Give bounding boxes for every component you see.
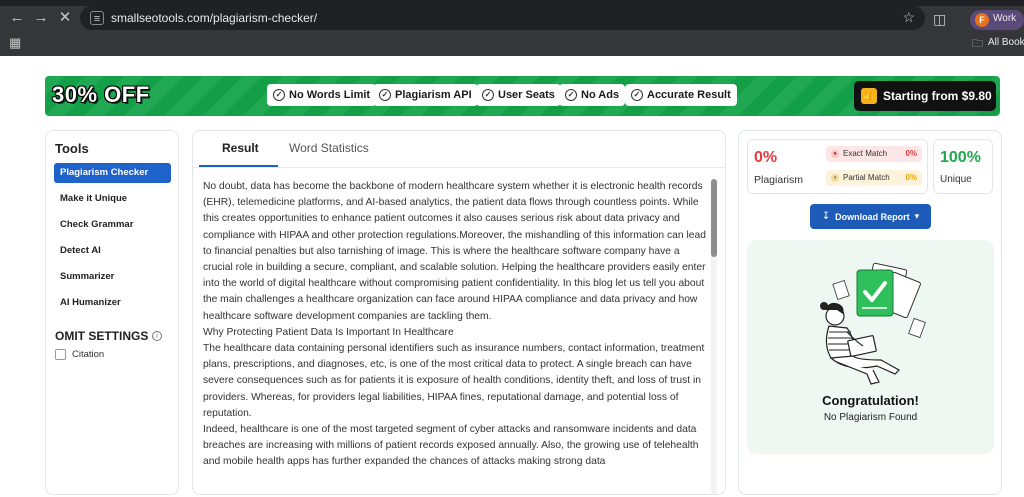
- extensions-icon[interactable]: ◫: [933, 11, 946, 28]
- thumbs-up-icon: 👍: [861, 88, 877, 104]
- feature-no-words-limit: ✓ No Words Limit: [267, 84, 377, 106]
- plagiarism-percent: 0%: [754, 149, 778, 166]
- bookmark-star-icon[interactable]: ☆: [902, 9, 915, 26]
- partial-match-value: 0%: [905, 173, 917, 182]
- profile-button[interactable]: F Work: [970, 10, 1024, 30]
- feature-label: No Ads: [581, 89, 620, 101]
- text-paragraph: The healthcare data containing personal …: [203, 343, 705, 419]
- avatar: F: [975, 13, 989, 27]
- download-report-button[interactable]: ↧ Download Report ▾: [810, 204, 931, 229]
- feature-user-seats: ✓ User Seats: [476, 84, 561, 106]
- exact-match-value: 0%: [905, 149, 917, 158]
- check-circle-icon: ✓: [482, 89, 494, 101]
- text-paragraph: Indeed, healthcare is one of the most ta…: [203, 424, 699, 468]
- exact-match-pill: ● Exact Match 0%: [826, 146, 922, 162]
- stop-loading-icon[interactable]: ✕: [55, 8, 75, 28]
- tool-check-grammar[interactable]: Check Grammar: [54, 215, 171, 235]
- feature-label: No Words Limit: [289, 89, 371, 101]
- download-icon: ↧: [821, 211, 831, 222]
- stats-panel: 0% Plagiarism ● Exact Match 0% ● Partial…: [738, 130, 1002, 495]
- chevron-down-icon: ▾: [914, 211, 920, 221]
- tool-summarizer[interactable]: Summarizer: [54, 267, 171, 287]
- all-bookmarks-link[interactable]: All Bookm: [988, 37, 1024, 48]
- exact-match-label: Exact Match: [843, 149, 888, 158]
- navigation-bar: ← → ✕ ≡ smallseotools.com/plagiarism-che…: [0, 4, 1024, 32]
- address-bar[interactable]: ≡ smallseotools.com/plagiarism-checker/ …: [80, 6, 925, 30]
- tool-ai-humanizer[interactable]: AI Humanizer: [54, 293, 171, 313]
- back-arrow-icon[interactable]: ←: [7, 8, 27, 28]
- tab-result[interactable]: Result: [222, 141, 259, 155]
- cta-label: Starting from $9.80: [883, 89, 992, 103]
- text-paragraph: No doubt, data has become the backbone o…: [203, 181, 706, 322]
- feature-label: User Seats: [498, 89, 555, 101]
- bookmarks-bar: ▦ 🗀 All Bookm: [0, 32, 1024, 54]
- citation-checkbox[interactable]: [55, 349, 66, 360]
- tools-title: Tools: [55, 141, 89, 156]
- congratulation-card: Congratulation! No Plagiarism Found: [747, 240, 994, 454]
- partial-match-pill: ● Partial Match 0%: [826, 170, 922, 186]
- forward-arrow-icon[interactable]: →: [31, 8, 51, 28]
- scrollbar-thumb[interactable]: [711, 179, 717, 257]
- person-with-document-illustration: [820, 262, 926, 385]
- unique-card: 100% Unique: [933, 139, 993, 194]
- no-plagiarism-text: No Plagiarism Found: [823, 412, 918, 423]
- tab-word-statistics[interactable]: Word Statistics: [289, 141, 369, 155]
- eye-icon: ●: [831, 150, 839, 158]
- tool-plagiarism-checker[interactable]: Plagiarism Checker: [54, 163, 171, 183]
- download-label: Download Report: [835, 211, 910, 222]
- check-circle-icon: ✓: [631, 89, 643, 101]
- unique-label: Unique: [940, 174, 972, 185]
- tool-detect-ai[interactable]: Detect AI: [54, 241, 171, 261]
- check-circle-icon: ✓: [565, 89, 577, 101]
- feature-label: Accurate Result: [647, 89, 731, 101]
- promo-offer-text: 30% OFF: [52, 82, 150, 107]
- feature-label: Plagiarism API: [395, 89, 472, 101]
- tool-make-it-unique[interactable]: Make it Unique: [54, 189, 171, 209]
- plagiarism-label: Plagiarism: [754, 174, 804, 186]
- feature-no-ads: ✓ No Ads: [559, 84, 626, 106]
- url-text[interactable]: smallseotools.com/plagiarism-checker/: [111, 11, 317, 25]
- promo-banner[interactable]: 30% OFF ✓ No Words Limit ✓ Plagiarism AP…: [45, 76, 1000, 116]
- feature-plagiarism-api: ✓ Plagiarism API: [373, 84, 478, 106]
- check-circle-icon: ✓: [273, 89, 285, 101]
- omit-settings-title: OMIT SETTINGS: [55, 329, 149, 343]
- feature-accurate-result: ✓ Accurate Result: [625, 84, 737, 106]
- partial-match-label: Partial Match: [843, 173, 890, 182]
- check-circle-icon: ✓: [379, 89, 391, 101]
- checked-text[interactable]: No doubt, data has become the backbone o…: [203, 179, 708, 471]
- text-heading: Why Protecting Patient Data Is Important…: [203, 326, 454, 338]
- info-icon[interactable]: i: [152, 331, 162, 341]
- pricing-cta-button[interactable]: 👍 Starting from $9.80: [854, 81, 996, 111]
- apps-grid-icon[interactable]: ▦: [9, 35, 21, 51]
- plagiarism-card: 0% Plagiarism ● Exact Match 0% ● Partial…: [747, 139, 928, 194]
- tools-sidebar: Tools Plagiarism Checker Make it Unique …: [45, 130, 179, 495]
- folder-icon: 🗀: [972, 38, 983, 50]
- site-info-icon[interactable]: ≡: [90, 11, 104, 25]
- browser-chrome: ← → ✕ ≡ smallseotools.com/plagiarism-che…: [0, 0, 1024, 56]
- profile-label: Work: [993, 13, 1017, 24]
- eye-icon: ●: [831, 174, 839, 182]
- result-panel: Result Word Statistics No doubt, data ha…: [192, 130, 726, 495]
- congratulation-title: Congratulation!: [822, 393, 919, 408]
- unique-percent: 100%: [940, 149, 981, 166]
- citation-label[interactable]: Citation: [72, 349, 104, 360]
- tabs-divider: [193, 167, 725, 168]
